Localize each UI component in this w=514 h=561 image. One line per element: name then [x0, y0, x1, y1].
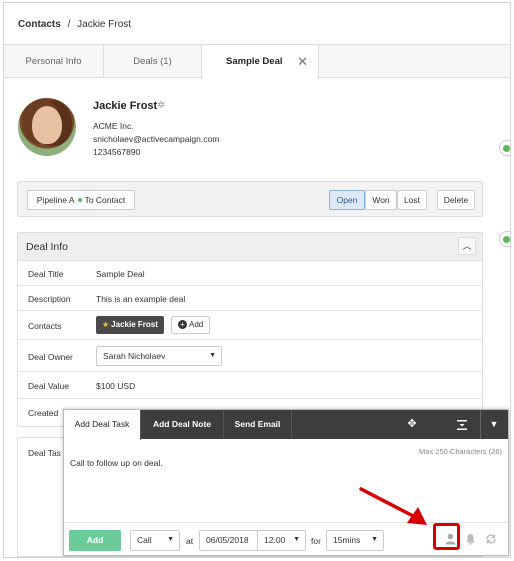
delete-button[interactable]: Delete: [437, 190, 475, 210]
task-popup-header: Add Deal Task Add Deal Note Send Email ✥…: [64, 410, 508, 440]
tab-deals[interactable]: Deals (1): [104, 45, 202, 78]
task-type-select[interactable]: Call ▼: [130, 530, 180, 551]
deal-info-panel: Deal Info ︿ Deal Title Sample Deal Descr…: [17, 232, 483, 427]
date-value: 06/05/2018: [206, 535, 249, 545]
lost-button[interactable]: Lost: [397, 190, 427, 210]
deal-owner-value: Sarah Nicholaev: [103, 351, 166, 361]
deal-modal: Contacts / Jackie Frost Personal Info De…: [3, 2, 511, 558]
star-icon: ★: [102, 320, 110, 329]
add-task-button[interactable]: Add: [69, 530, 121, 551]
char-counter: Max 250 Characters (26): [419, 447, 502, 456]
deal-title-row: Deal Title Sample Deal: [18, 261, 482, 286]
tab-label: Personal Info: [25, 56, 82, 67]
contacts-label: Contacts: [28, 321, 62, 331]
deal-value-label: Deal Value: [28, 381, 69, 391]
chevron-down-icon: ▼: [371, 536, 378, 543]
deal-info-title: Deal Info: [26, 241, 69, 253]
description-value[interactable]: This is an example deal: [96, 294, 185, 304]
contacts-row: Contacts ★ Jackie Frost + Add: [18, 311, 482, 340]
chevron-down-icon[interactable]: ▼: [482, 410, 506, 439]
minimize-icon[interactable]: [452, 410, 472, 439]
side-handle-icon[interactable]: [499, 140, 510, 156]
deal-value-amount[interactable]: $100 USD: [96, 381, 135, 391]
contact-chip-label: Jackie Frost: [111, 320, 158, 329]
breadcrumb: Contacts / Jackie Frost: [4, 3, 510, 45]
deal-owner-row: Deal Owner Sarah Nicholaev ▼: [18, 340, 482, 372]
gear-icon[interactable]: ✲: [157, 100, 165, 111]
deal-title-label: Deal Title: [28, 269, 64, 279]
avatar: [18, 98, 76, 156]
contact-phone: 1234567890: [93, 147, 141, 157]
close-icon[interactable]: ✕: [297, 45, 308, 78]
deal-value-row: Deal Value $100 USD: [18, 372, 482, 399]
deal-title-value[interactable]: Sample Deal: [96, 269, 145, 279]
move-icon[interactable]: ✥: [402, 410, 422, 439]
duration-select[interactable]: 15mins ▼: [326, 530, 384, 551]
for-label: for: [311, 536, 321, 546]
stage-bar: Pipeline A To Contact Open Won Lost Delet…: [17, 181, 483, 217]
deal-info-header: Deal Info ︿: [18, 233, 482, 261]
tab-add-deal-task[interactable]: Add Deal Task: [64, 410, 141, 440]
task-textarea[interactable]: Call to follow up on deal.: [70, 458, 163, 468]
deal-owner-select[interactable]: Sarah Nicholaev ▼: [96, 346, 222, 366]
add-contact-label: Add: [189, 320, 204, 329]
contact-company: ACME Inc.: [93, 121, 134, 131]
contact-name[interactable]: Jackie Frost: [93, 100, 157, 112]
date-field[interactable]: 06/05/2018: [199, 530, 258, 551]
breadcrumb-separator: /: [67, 19, 71, 30]
time-select[interactable]: 12:00 ▼: [257, 530, 306, 551]
repeat-icon[interactable]: [485, 533, 497, 548]
deal-owner-label: Deal Owner: [28, 352, 73, 362]
won-button[interactable]: Won: [365, 190, 397, 210]
description-row: Description This is an example deal: [18, 286, 482, 311]
add-contact-button[interactable]: + Add: [171, 316, 211, 334]
created-label: Created: [28, 408, 59, 418]
side-handle-icon[interactable]: [499, 231, 510, 247]
chevron-down-icon: ▼: [293, 536, 300, 543]
tab-bar: Personal Info Deals (1) Sample Deal ✕: [4, 45, 510, 79]
deal-tasks-label: Deal Tas: [28, 448, 61, 458]
status-dot-icon: [77, 198, 82, 202]
highlight-box: [433, 523, 460, 550]
tab-send-email[interactable]: Send Email: [224, 410, 292, 439]
at-label: at: [186, 536, 194, 546]
breadcrumb-root[interactable]: Contacts: [18, 19, 61, 30]
chevron-down-icon: ▼: [167, 536, 174, 543]
header-divider: [480, 410, 481, 439]
plus-icon: +: [178, 320, 187, 329]
duration-value: 15mins: [333, 535, 361, 545]
tab-personal-info[interactable]: Personal Info: [4, 45, 104, 78]
chevron-down-icon: ▼: [209, 352, 216, 359]
stage-name: To Contact: [84, 195, 126, 205]
time-value: 12:00: [264, 535, 286, 545]
tab-add-deal-note[interactable]: Add Deal Note: [141, 410, 224, 439]
arrow-annotation: [359, 487, 427, 525]
contact-email: snicholaev@activecampaign.com: [93, 134, 220, 144]
tab-sample-deal[interactable]: Sample Deal ✕: [201, 45, 319, 79]
pipeline-stage-button[interactable]: Pipeline A To Contact: [27, 190, 135, 210]
open-button[interactable]: Open: [329, 190, 365, 210]
pipeline-name: Pipeline A: [36, 195, 75, 205]
breadcrumb-current: Jackie Frost: [77, 19, 132, 30]
chevron-up-icon[interactable]: ︿: [458, 237, 476, 255]
description-label: Description: [28, 294, 71, 304]
tab-label: Sample Deal: [226, 56, 283, 67]
task-type-value: Call: [137, 535, 152, 545]
tab-label: Deals (1): [133, 56, 172, 67]
contact-chip[interactable]: ★ Jackie Frost: [96, 316, 164, 334]
bell-icon[interactable]: [465, 533, 476, 548]
